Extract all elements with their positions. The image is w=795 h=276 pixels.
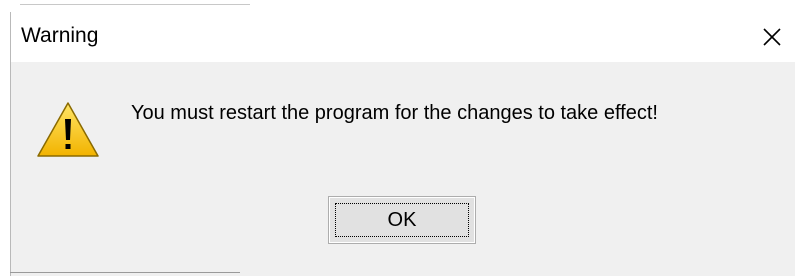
- warning-icon: [37, 102, 99, 157]
- dialog-title: Warning: [21, 24, 99, 47]
- background-window-bottom-edge: [10, 272, 240, 273]
- close-icon: [763, 28, 781, 46]
- dialog-message: You must restart the program for the cha…: [131, 102, 658, 124]
- close-button[interactable]: [748, 12, 795, 62]
- background-window-line: [20, 4, 250, 5]
- ok-button[interactable]: OK: [328, 196, 476, 244]
- background-window-edge: [0, 0, 300, 8]
- warning-dialog: Warning You must restart the program for…: [10, 12, 795, 276]
- screen: Warning You must restart the program for…: [0, 0, 795, 276]
- ok-button-label: OK: [387, 208, 417, 231]
- dialog-body: You must restart the program for the cha…: [11, 62, 795, 276]
- title-bar[interactable]: Warning: [11, 12, 795, 62]
